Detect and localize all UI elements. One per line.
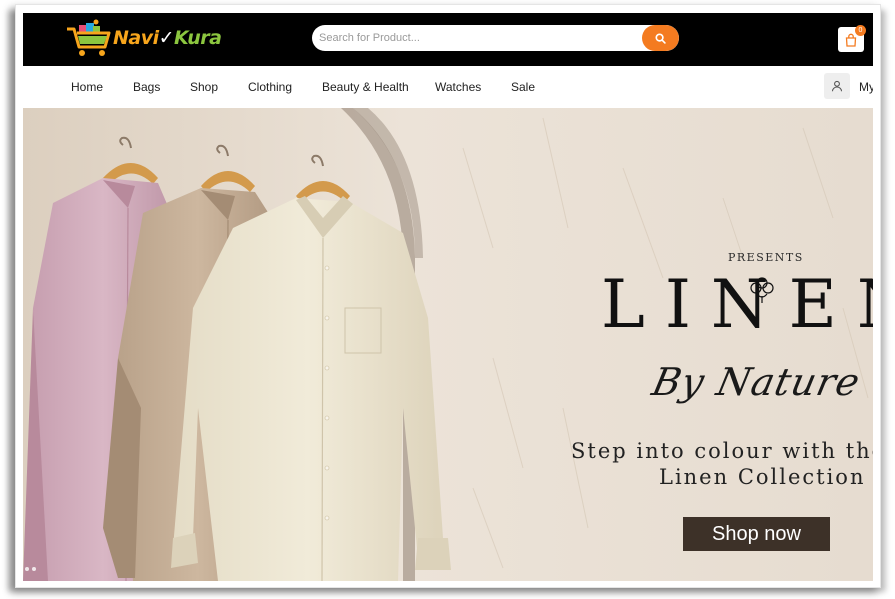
logo-text-navi: Navi <box>113 27 159 49</box>
search-input[interactable] <box>312 25 642 51</box>
nav-item-shop[interactable]: Shop <box>190 80 218 94</box>
hero-banner: PRESENTS LINEN By Nature Step into colou… <box>23 108 873 581</box>
search-bar <box>312 25 679 51</box>
account-label[interactable]: My <box>859 80 873 94</box>
user-icon <box>831 80 843 92</box>
logo-text-kura: Kura <box>174 27 222 49</box>
search-icon <box>655 32 666 44</box>
nav-item-bags[interactable]: Bags <box>133 80 160 94</box>
slider-dots[interactable] <box>25 558 45 571</box>
nav-item-watches[interactable]: Watches <box>435 80 481 94</box>
shopping-cart-logo-icon <box>67 19 111 56</box>
shop-now-button[interactable]: Shop now <box>683 517 830 551</box>
cart-count-badge: 0 <box>855 25 866 36</box>
hero-tagline-line1: Step into colour with the <box>571 439 873 463</box>
logo-wordmark: Navi✓Kura <box>113 27 222 49</box>
nav-item-beauty-health[interactable]: Beauty & Health <box>322 80 409 94</box>
hero-tagline-line2: Linen Collection <box>659 465 866 489</box>
site-logo[interactable]: Navi✓Kura <box>65 19 222 59</box>
logo-text-check: ✓ <box>158 27 175 49</box>
hero-presents-label: PRESENTS <box>728 251 804 264</box>
browser-viewport: Navi✓Kura 0 <box>23 13 873 581</box>
hero-title: LINEN <box>601 266 873 343</box>
cart-button[interactable]: 0 <box>838 25 866 52</box>
hero-script-text: By Nature <box>648 360 865 404</box>
nav-item-clothing[interactable]: Clothing <box>248 80 292 94</box>
search-button[interactable] <box>642 25 679 51</box>
hero-background-image <box>23 108 873 581</box>
account-button[interactable] <box>824 73 850 99</box>
cotton-flower-icon <box>750 277 774 303</box>
top-header: Navi✓Kura 0 <box>23 13 873 66</box>
nav-item-home[interactable]: Home <box>71 80 103 94</box>
screenshot-frame: Navi✓Kura 0 <box>15 4 881 588</box>
nav-item-sale[interactable]: Sale <box>511 80 535 94</box>
main-nav: Home Bags Shop Clothing Beauty & Health … <box>23 66 873 108</box>
